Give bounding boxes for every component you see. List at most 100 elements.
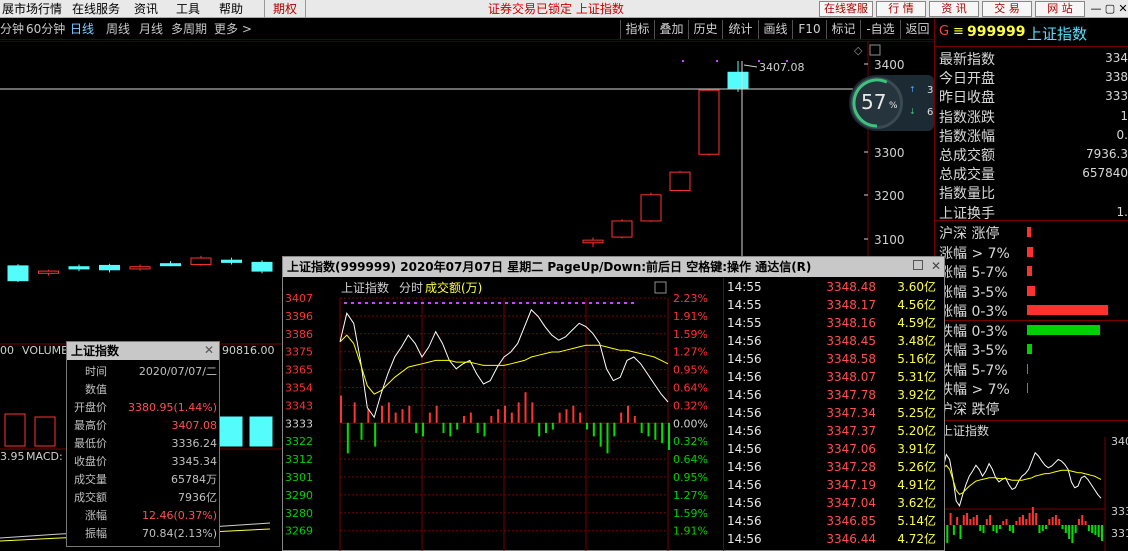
tick-price: 3348.45 [826,334,876,348]
mini-amount-bar [1005,519,1008,525]
candle [727,71,749,89]
signal-dot [351,302,354,304]
network-speed-widget[interactable]: 57 % ↑ 3.2 ↓ 6 [849,75,934,131]
amount-bar [449,422,452,437]
signal-dot [372,302,375,304]
candle [582,239,604,244]
period-60min[interactable]: 60分钟 [26,21,65,38]
close-info-icon[interactable]: ✕ [204,343,214,357]
history-button[interactable]: 历史 [688,20,722,39]
tdx-window: 展市场行情 在线服务 资讯 工具 帮助 期权 证券交易已锁定 上证指数 在线客服… [0,0,1128,551]
mini-intraday-chart[interactable]: 340 333 331 [943,437,1128,551]
dist-label: 沪深 涨停 [939,226,1000,242]
mini-amount-bar [1025,519,1028,525]
mini-amount-bar [1018,517,1021,525]
menu-online-service[interactable]: 在线服务 [72,0,120,18]
cursor-info-title-bar[interactable]: 上证指数 [67,342,219,360]
candle [190,257,212,266]
maximize-icon[interactable]: ▢ [1103,1,1117,16]
signal-dot [358,302,361,304]
close-icon[interactable]: ✕ [1116,1,1128,16]
trade-button[interactable]: 交 易 [982,1,1032,17]
mini-amount-bar [989,515,992,525]
popup-restore-icon[interactable] [913,260,923,270]
signal-dot [428,302,431,304]
draw-button[interactable]: 画线 [758,20,792,39]
menu-help[interactable]: 帮助 [219,0,243,18]
mini-amount-bar [1071,525,1074,543]
signal-dot [603,302,606,304]
intraday-window[interactable]: 上证指数(999999) 2020年07月07日 星期二 PageUp/Down… [282,256,945,551]
info-value: 70.84(2.13%) [141,527,217,540]
info-row: 数值 [67,382,221,397]
indicator-button[interactable]: 指标 [620,20,654,39]
mark-button[interactable]: 标记 [826,20,860,39]
info-row: 涨幅 12.46(0.37%) [67,508,221,523]
tick-price: 3347.78 [826,388,876,402]
back-button[interactable]: 返回 [900,20,934,39]
mini-amount-bar [1084,521,1087,525]
overlay-button[interactable]: 叠加 [654,20,688,39]
tick-list[interactable]: 14:55 3348.48 3.60亿 14:55 3348.17 4.56亿 14:55 3… [723,278,943,551]
mini-amount-bar [992,525,995,531]
period-monthly[interactable]: 月线 [139,21,163,38]
candle [99,264,120,271]
intraday-title-bar[interactable]: 上证指数(999999) 2020年07月07日 星期二 PageUp/Down… [283,257,944,277]
diamond-icon[interactable]: ◇ [854,44,863,57]
mini-amount-bar [1028,513,1031,525]
tick-time: 14:55 [727,316,762,330]
period-daily[interactable]: 日线 [70,21,94,38]
amount-bar [640,422,643,433]
add-watchlist-button[interactable]: -自选 [860,20,900,39]
period-minute[interactable]: 分钟 [0,21,24,38]
info-value: 12.46(0.37%) [141,509,217,522]
stats-button[interactable]: 统计 [722,20,758,39]
period-multi[interactable]: 多周期 [171,21,207,38]
mini-amount-bar [979,525,982,531]
intraday-left-axis-label: 3333 [285,417,313,430]
intraday-toggle-icon[interactable] [654,281,667,294]
intraday-right-axis-label: 2.23% [673,292,708,305]
candle [698,89,720,155]
signal-dot [624,302,627,304]
popup-close-icon[interactable]: ✕ [931,259,941,273]
cursor-info-panel[interactable]: 上证指数 ✕ 时间 2020/07/07/二 数值 开盘价 3380.95(1.44%)… [66,341,220,547]
index-code: 999999 [967,24,1026,40]
intraday-chart[interactable]: 上证指数 分时 成交额(万) 3407 2.23% 3396 1.91% 3386 1.5… [283,278,723,551]
menu-options[interactable]: 期权 [264,0,306,18]
tick-row: 14:56 3347.06 3.91亿 [724,440,942,458]
mini-amount-bar [1054,515,1057,525]
intraday-right-axis-label: 0.95% [673,364,708,377]
dist-bar [1027,305,1108,315]
stat-label: 总成交量 [939,167,995,184]
tick-amount: 3.60亿 [897,280,936,294]
tick-amount: 5.16亿 [897,352,936,366]
news-button[interactable]: 资 讯 [929,1,979,17]
index-header: G ≡ 999999 上证指数 [935,19,1128,47]
price-axis-3400: 3400 [874,58,905,72]
period-more[interactable]: 更多 > [214,21,252,38]
amount-bar [627,405,629,423]
signal-dot [414,302,417,304]
index-name: 上证指数 [1027,25,1088,43]
candle [640,194,662,222]
mini-amount-bar [1068,525,1071,539]
quote-button[interactable]: 行 情 [876,1,926,17]
mini-amount-bar [959,525,962,539]
restore-icon[interactable] [869,44,881,56]
menu-news[interactable]: 资讯 [134,0,158,18]
candle [669,171,691,191]
tick-row: 14:55 3348.16 4.59亿 [724,314,942,332]
price-axis-3300: 3300 [874,146,905,160]
tick-price: 3348.58 [826,352,876,366]
dist-label: 涨幅 5-7% [939,265,1008,281]
period-weekly[interactable]: 周线 [106,21,130,38]
online-support-button[interactable]: 在线客服 [819,1,873,17]
intraday-right-axis-label: 1.91% [673,310,708,323]
menu-market[interactable]: 展市场行情 [2,0,62,18]
minimize-icon[interactable]: — [1089,1,1103,16]
menu-tools[interactable]: 工具 [176,0,200,18]
website-button[interactable]: 网 站 [1035,1,1085,17]
intraday-right-axis-label: 1.27% [673,346,708,359]
f10-button[interactable]: F10 [792,20,826,39]
